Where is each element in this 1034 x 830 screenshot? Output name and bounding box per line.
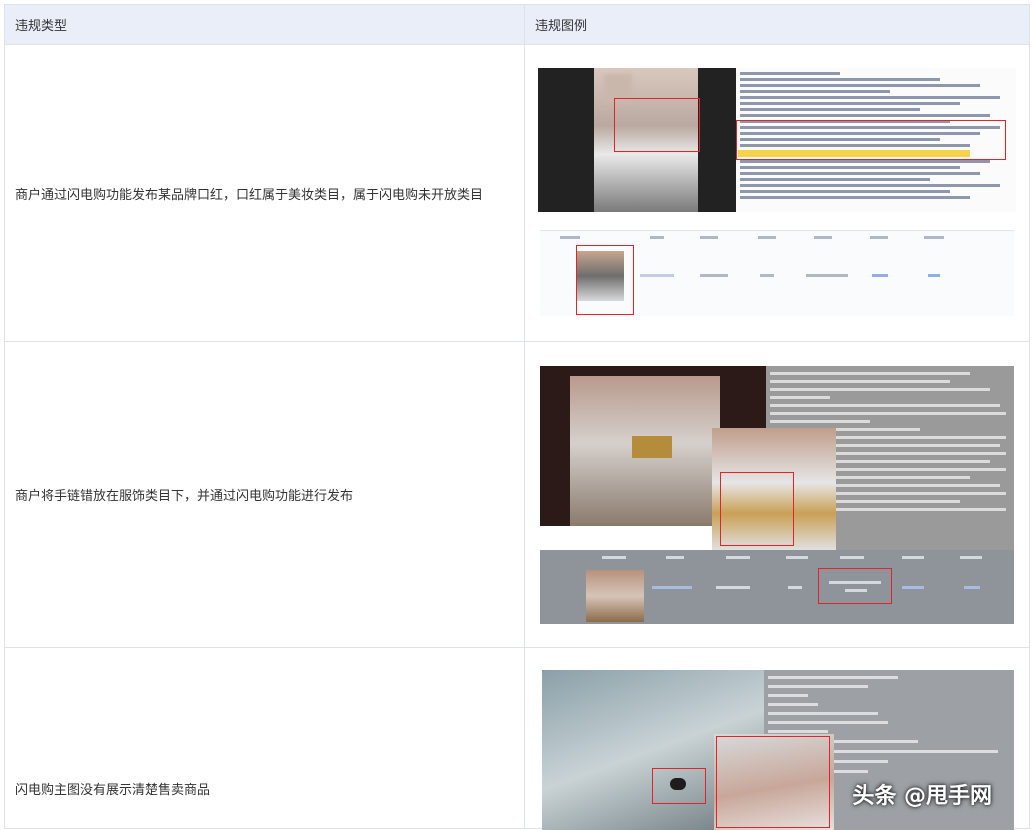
highlight-box <box>720 471 794 546</box>
highlight-box <box>614 98 700 152</box>
highlight-box <box>818 567 892 604</box>
violation-type-text: 商户通过闪电购功能发布某品牌口红，口红属于美妆类目，属于闪电购未开放类目 <box>15 187 484 203</box>
example-image-cell <box>525 45 1029 341</box>
table-row: 商户将手链错放在服饰类目下，并通过闪电购功能进行发布 <box>5 342 1029 648</box>
highlight-box <box>736 120 1006 160</box>
header-type: 违规类型 <box>5 5 525 44</box>
violation-table: 违规类型 违规图例 商户通过闪电购功能发布某品牌口红，口红属于美妆类目，属于闪电… <box>4 4 1030 830</box>
violation-type-cell: 商户通过闪电购功能发布某品牌口红，口红属于美妆类目，属于闪电购未开放类目 <box>5 45 525 341</box>
chat-log <box>736 68 1016 212</box>
violation-type-cell: 商户将手链错放在服饰类目下，并通过闪电购功能进行发布 <box>5 342 525 647</box>
example-screenshot <box>540 365 1014 624</box>
highlight-box <box>576 245 634 315</box>
highlight-box <box>716 736 830 828</box>
product-panel <box>540 549 1014 624</box>
violation-type-text: 闪电购主图没有展示清楚售卖商品 <box>15 782 211 798</box>
example-image-cell <box>525 342 1029 647</box>
table-header: 违规类型 违规图例 <box>5 5 1029 45</box>
table-row: 商户通过闪电购功能发布某品牌口红，口红属于美妆类目，属于闪电购未开放类目 <box>5 45 1029 342</box>
product-thumbnail <box>586 569 644 622</box>
zoomed-product-photo <box>712 427 836 550</box>
example-image-cell: 头条 @甩手网 <box>525 648 1029 830</box>
example-screenshot: 头条 @甩手网 <box>542 670 1014 830</box>
header-example: 违规图例 <box>535 19 588 34</box>
live-video-frame <box>538 68 736 212</box>
watermark-text: 头条 @甩手网 <box>852 784 992 809</box>
example-screenshot <box>538 68 1016 318</box>
violation-type-text: 商户将手链错放在服饰类目下，并通过闪电购功能进行发布 <box>15 489 354 504</box>
product-panel <box>540 230 1014 316</box>
zoomed-product-photo <box>714 734 834 830</box>
violation-type-cell: 闪电购主图没有展示清楚售卖商品 <box>5 648 525 828</box>
table-row: 闪电购主图没有展示清楚售卖商品 头条 @甩手网 <box>5 648 1029 830</box>
